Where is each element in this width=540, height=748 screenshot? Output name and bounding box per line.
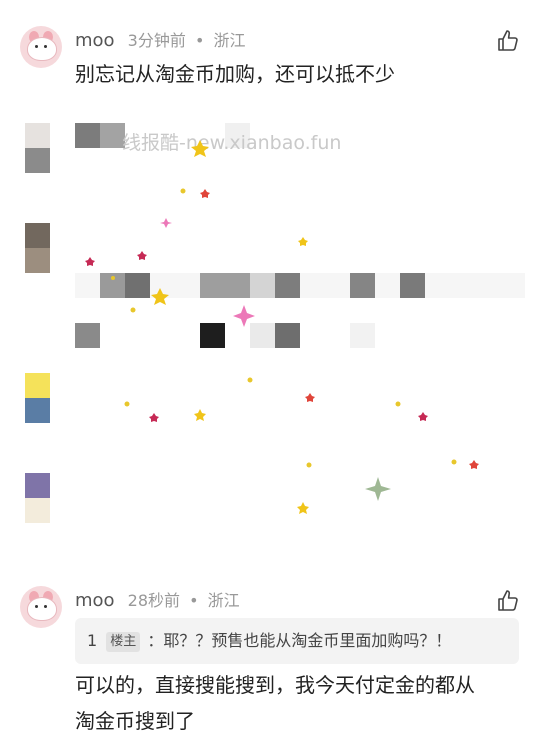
separator: • (189, 591, 199, 610)
quoted-reply[interactable]: 1 楼主 ：耶？？预售也能从淘金币里面加购吗？！ (75, 618, 519, 664)
avatar-eye (35, 605, 38, 608)
sparkle-icon (233, 305, 255, 327)
thumbs-up-icon[interactable] (496, 589, 520, 613)
comment-text-line-2: 淘金币搜到了 (75, 709, 195, 733)
avatar-face (27, 597, 57, 621)
sparkle-icon (160, 218, 172, 228)
star-icon (151, 140, 309, 514)
comment-meta: moo 28秒前 • 浙江 (75, 589, 240, 613)
sparkle-icon (365, 477, 391, 501)
sparkle-decoration (85, 140, 479, 514)
star-icon (200, 189, 479, 469)
avatar[interactable] (20, 586, 62, 628)
comment-text-line-1: 可以的，直接搜能搜到，我今天付定金的都从 (75, 673, 475, 697)
username[interactable]: moo (75, 590, 115, 611)
timestamp: 28秒前 (127, 591, 181, 610)
quote-text: ：耶？？预售也能从淘金币里面加购吗？！ (147, 631, 452, 650)
avatar-eye (44, 605, 47, 608)
floor-number: 1 (87, 631, 98, 650)
dot-icon (111, 188, 457, 468)
op-badge: 楼主 (106, 631, 141, 652)
star-icon (85, 251, 428, 422)
location: 浙江 (207, 591, 240, 610)
